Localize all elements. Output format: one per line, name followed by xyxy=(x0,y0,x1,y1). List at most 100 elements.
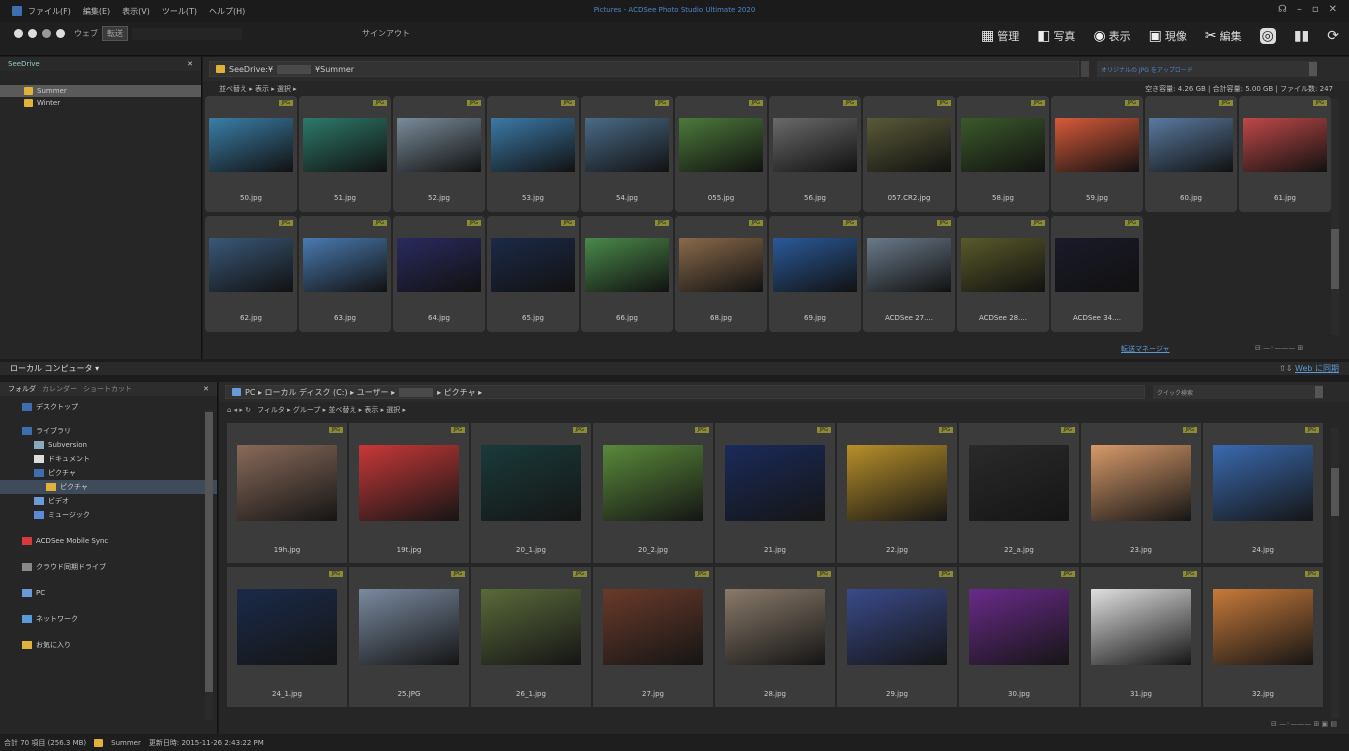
thumbnail-tile[interactable]: JPG 25.JPG xyxy=(349,567,469,707)
folder-tree-item[interactable]: Subversion xyxy=(0,438,217,452)
365-icon[interactable]: ⟳ xyxy=(1327,28,1339,44)
thumbnail-tile[interactable]: JPG 62.jpg xyxy=(205,216,297,332)
menu-tools[interactable]: ツール(T) xyxy=(162,6,197,17)
signout-link[interactable]: サインアウト xyxy=(362,28,410,39)
thumbnail-tile[interactable]: JPG 22.jpg xyxy=(837,423,957,563)
scrollbar[interactable] xyxy=(1331,99,1339,335)
zoom-slider[interactable]: ⊟ —◦——— ⊞ ▣ ▤ xyxy=(1271,720,1337,728)
folder-tree-item[interactable]: PC xyxy=(0,586,217,600)
sync-web-link[interactable]: Web に同期 xyxy=(1295,364,1339,373)
mode-develop[interactable]: ▣ 現像 xyxy=(1149,28,1187,44)
thumbnail-tile[interactable]: JPG 52.jpg xyxy=(393,96,485,212)
mode-manage[interactable]: ▦ 管理 xyxy=(981,28,1019,44)
thumbnail-tile[interactable]: JPG 51.jpg xyxy=(299,96,391,212)
thumbnail-tile[interactable]: JPG ACDSee 27.... xyxy=(863,216,955,332)
dashboard-button[interactable]: ◎ xyxy=(1259,28,1276,44)
chevron-down-icon[interactable] xyxy=(1315,386,1323,398)
thumbnail-tile[interactable]: JPG 31.jpg xyxy=(1081,567,1201,707)
upload-option-field[interactable]: オリジナルの JPG をアップロード xyxy=(1097,61,1317,77)
thumbnail-tile[interactable]: JPG 20_1.jpg xyxy=(471,423,591,563)
thumbnail-tile[interactable]: JPG 27.jpg xyxy=(593,567,713,707)
thumbnail-tile[interactable]: JPG 32.jpg xyxy=(1203,567,1323,707)
thumbnail-tile[interactable]: JPG 68.jpg xyxy=(675,216,767,332)
thumbnail-tile[interactable]: JPG 63.jpg xyxy=(299,216,391,332)
thumbnail-tile[interactable]: JPG 61.jpg xyxy=(1239,96,1331,212)
breadcrumb-bar[interactable]: PC ▸ ローカル ディスク (C:) ▸ ユーザー ▸ ▸ ピクチャ ▸ xyxy=(225,385,1145,399)
mode-edit[interactable]: ✂ 編集 xyxy=(1205,28,1242,44)
sort-view-select[interactable]: 並べ替え ▸ 表示 ▸ 選択 ▸ xyxy=(219,84,297,94)
thumbnail-tile[interactable]: JPG 69.jpg xyxy=(769,216,861,332)
folder-tree-item[interactable]: クラウド同期ドライブ xyxy=(0,560,217,574)
transfer-manager-link[interactable]: 転送マネージャ xyxy=(1121,344,1170,354)
thumbnail-tile[interactable]: JPG 58.jpg xyxy=(957,96,1049,212)
folder-tree-item[interactable]: お気に入り xyxy=(0,638,217,652)
mode-photos[interactable]: ◧ 写真 xyxy=(1037,28,1075,44)
thumbnail-tile[interactable]: JPG 20_2.jpg xyxy=(593,423,713,563)
close-icon[interactable]: ✕ xyxy=(1329,4,1337,15)
arrows-icon[interactable]: ⇧⇩ xyxy=(1279,364,1292,373)
thumbnail-tile[interactable]: JPG 24.jpg xyxy=(1203,423,1323,563)
thumbnail-tile[interactable]: JPG 24_1.jpg xyxy=(227,567,347,707)
nav-dot-icon[interactable] xyxy=(42,29,51,38)
thumbnail-tile[interactable]: JPG 59.jpg xyxy=(1051,96,1143,212)
scrollbar[interactable] xyxy=(205,410,213,720)
filter-menu[interactable]: フィルタ ▸ グループ ▸ 並べ替え ▸ 表示 ▸ 選択 ▸ xyxy=(257,405,406,415)
nav-dot-icon[interactable] xyxy=(28,29,37,38)
menu-edit[interactable]: 編集(E) xyxy=(83,6,110,17)
tab-folders[interactable]: フォルダ xyxy=(8,384,36,394)
nav-dot-icon[interactable] xyxy=(14,29,23,38)
thumbnail-tile[interactable]: JPG 65.jpg xyxy=(487,216,579,332)
transfer-button[interactable]: 転送 xyxy=(102,26,128,41)
thumbnail-tile[interactable]: JPG 22_a.jpg xyxy=(959,423,1079,563)
thumbnail-tile[interactable]: JPG 28.jpg xyxy=(715,567,835,707)
folder-tree-item[interactable]: ネットワーク xyxy=(0,612,217,626)
thumbnail-tile[interactable]: JPG 64.jpg xyxy=(393,216,485,332)
dropdown-button[interactable] xyxy=(1081,61,1089,77)
thumbnail-tile[interactable]: JPG 53.jpg xyxy=(487,96,579,212)
path-field[interactable]: SeeDrive:¥ ¥Summer xyxy=(209,61,1079,77)
thumbnail-tile[interactable]: JPG 29.jpg xyxy=(837,567,957,707)
thumbnail-tile[interactable]: JPG 21.jpg xyxy=(715,423,835,563)
folder-tree-item[interactable]: デスクトップ xyxy=(0,400,217,414)
folder-tree-item[interactable]: ピクチャ xyxy=(0,466,217,480)
zoom-slider[interactable]: ⊟ —◦——— ⊞ xyxy=(1255,344,1303,352)
close-icon[interactable]: ✕ xyxy=(203,385,209,393)
tree-item-winter[interactable]: Winter xyxy=(0,97,201,109)
thumbnail-tile[interactable]: JPG 54.jpg xyxy=(581,96,673,212)
thumbnail-tile[interactable]: JPG ACDSee 28.... xyxy=(957,216,1049,332)
menu-view[interactable]: 表示(V) xyxy=(122,6,150,17)
folder-tree-item[interactable]: ミュージック xyxy=(0,508,217,522)
thumbnail-tile[interactable]: JPG 50.jpg xyxy=(205,96,297,212)
thumbnail-tile[interactable]: JPG 057.CR2.jpg xyxy=(863,96,955,212)
menu-help[interactable]: ヘルプ(H) xyxy=(209,6,245,17)
folder-tree-item[interactable]: ピクチャ xyxy=(0,480,217,494)
quick-search-input[interactable]: クイック検索 xyxy=(1153,385,1323,399)
thumbnail-tile[interactable]: JPG 19h.jpg xyxy=(227,423,347,563)
close-icon[interactable]: ✕ xyxy=(187,60,193,68)
thumbnail-tile[interactable]: JPG 66.jpg xyxy=(581,216,673,332)
thumbnail-tile[interactable]: JPG 23.jpg xyxy=(1081,423,1201,563)
web-button[interactable]: ウェブ xyxy=(70,27,102,40)
tree-item-summer[interactable]: Summer xyxy=(0,85,201,97)
mode-view[interactable]: ◉ 表示 xyxy=(1093,28,1130,44)
nav-dot-icon[interactable] xyxy=(56,29,65,38)
maximize-icon[interactable]: ▫ xyxy=(1312,4,1319,15)
thumbnail-tile[interactable]: JPG 055.jpg xyxy=(675,96,767,212)
thumbnail-tile[interactable]: JPG 60.jpg xyxy=(1145,96,1237,212)
folder-tree-item[interactable]: ドキュメント xyxy=(0,452,217,466)
folder-tree-item[interactable]: ライブラリ xyxy=(0,424,217,438)
tab-calendar[interactable]: カレンダー xyxy=(42,384,77,394)
chevron-down-icon[interactable] xyxy=(1309,62,1317,76)
folder-tree-item[interactable]: ACDSee Mobile Sync xyxy=(0,534,217,548)
tab-shortcuts[interactable]: ショートカット xyxy=(83,384,132,394)
thumbnail-tile[interactable]: JPG 19t.jpg xyxy=(349,423,469,563)
local-title[interactable]: ローカル コンピュータ ▾ xyxy=(10,363,99,374)
stats-icon[interactable]: ▮▮ xyxy=(1294,28,1309,44)
thumbnail-tile[interactable]: JPG 26_1.jpg xyxy=(471,567,591,707)
scrollbar[interactable] xyxy=(1331,428,1339,718)
headset-icon[interactable]: ☊ xyxy=(1278,4,1287,15)
minimize-icon[interactable]: – xyxy=(1297,4,1302,15)
home-icon[interactable]: ⌂ ◂ ▸ ↻ xyxy=(227,406,251,414)
thumbnail-tile[interactable]: JPG 30.jpg xyxy=(959,567,1079,707)
thumbnail-tile[interactable]: JPG 56.jpg xyxy=(769,96,861,212)
